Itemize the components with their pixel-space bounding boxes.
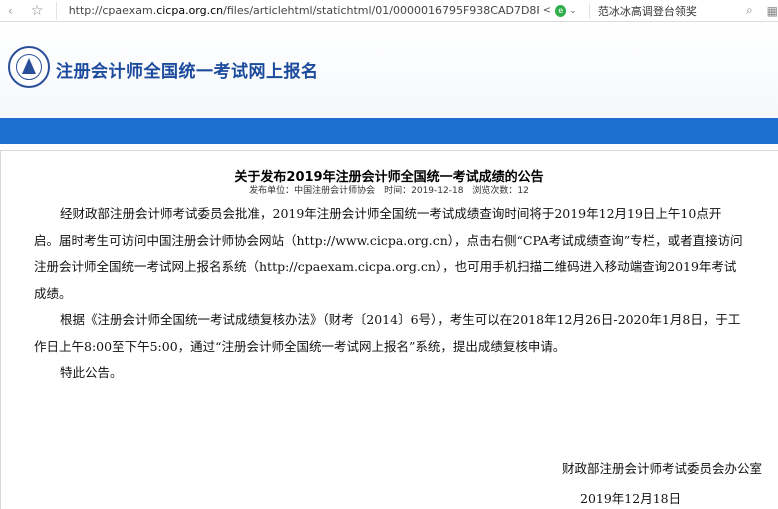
article-date: 2019年12月18日 bbox=[580, 491, 682, 506]
article-paragraph: 特此公告。 bbox=[60, 365, 123, 380]
article-body: 经财政部注册会计师考试委员会批准，2019年注册会计师全国统一考试成绩查询时间将… bbox=[34, 201, 744, 387]
apps-icon[interactable]: ▦ bbox=[767, 4, 778, 18]
site-header: 注册会计师全国统一考试网上报名 bbox=[0, 22, 778, 118]
site-title: 注册会计师全国统一考试网上报名 bbox=[56, 62, 319, 82]
article-paragraph: 根据《注册会计师全国统一考试成绩复核办法》（财考〔2014〕6号），考生可以在2… bbox=[34, 312, 741, 354]
star-icon[interactable]: ☆ bbox=[31, 3, 46, 19]
article-meta: 发布单位：中国注册会计师协会 时间：2019-12-18 浏览次数：12 bbox=[249, 186, 529, 196]
cicpa-logo bbox=[8, 46, 50, 88]
address-bar[interactable]: http://cpaexam.cicpa.org.cn/files/articl… bbox=[55, 1, 539, 20]
shield-icon[interactable]: e bbox=[555, 4, 567, 17]
browser-toolbar: ‹ ☆ http://cpaexam.cicpa.org.cn/files/ar… bbox=[0, 0, 778, 22]
search-icon[interactable]: ⌕ bbox=[746, 3, 753, 18]
hot-search-text[interactable]: 范冰冰高调登台领奖 bbox=[588, 2, 738, 19]
article-signature: 财政部注册会计师考试委员会办公室 bbox=[561, 461, 762, 476]
article-paragraph: 经财政部注册会计师考试委员会批准，2019年注册会计师全国统一考试成绩查询时间将… bbox=[34, 206, 743, 301]
address-url[interactable]: http://cpaexam.cicpa.org.cn/files/articl… bbox=[69, 4, 539, 17]
chevron-down-icon[interactable]: ⌄ bbox=[569, 6, 577, 16]
share-icon[interactable]: < bbox=[543, 5, 551, 16]
nav-bar bbox=[0, 118, 778, 144]
back-icon[interactable]: ‹ bbox=[8, 3, 23, 19]
